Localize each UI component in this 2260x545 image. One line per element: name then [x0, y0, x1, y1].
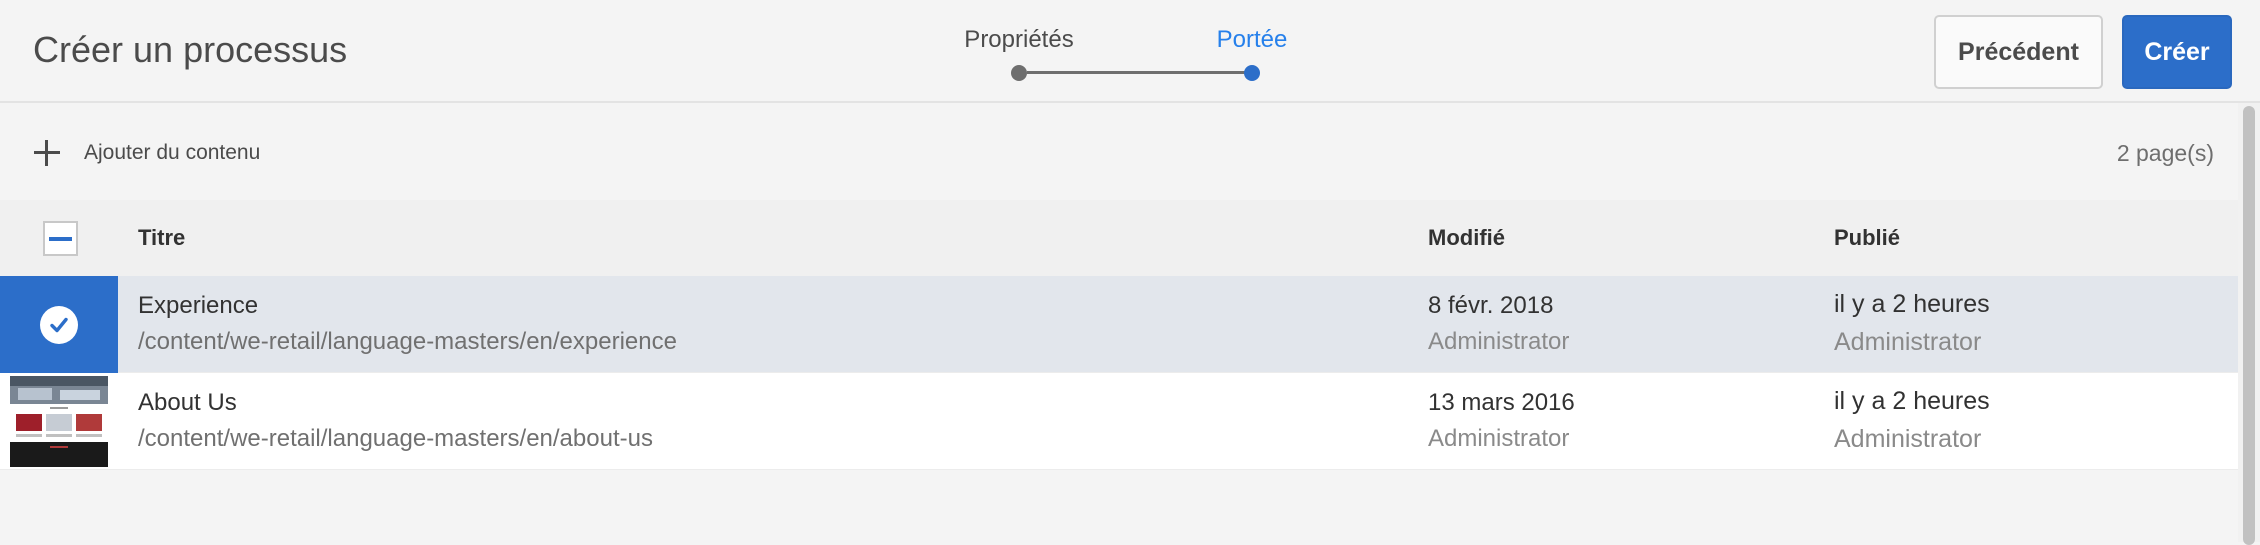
step-connector: [1027, 71, 1245, 74]
previous-button[interactable]: Précédent: [1934, 15, 2103, 89]
page-thumbnail[interactable]: [10, 376, 108, 467]
row-modified-date: 8 févr. 2018: [1428, 292, 1554, 319]
row-published-by: Administrator: [1834, 425, 1982, 453]
row-title: Experience: [138, 292, 259, 319]
checkmark-icon: [40, 305, 78, 344]
wizard-steps: Propriétés Portée: [940, 20, 1320, 90]
column-modified[interactable]: Modifié: [1428, 225, 1505, 251]
step-dot-properties[interactable]: [1011, 65, 1027, 81]
table-row[interactable]: About Us /content/we-retail/language-mas…: [0, 373, 2238, 470]
table-header: Titre Modifié Publié: [0, 200, 2238, 276]
step-dot-scope[interactable]: [1244, 65, 1260, 81]
row-modified-by: Administrator: [1428, 425, 1570, 452]
row-published-time: il y a 2 heures: [1834, 290, 1990, 318]
step-properties[interactable]: Propriétés: [964, 26, 1073, 54]
scrollbar-thumb[interactable]: [2243, 106, 2255, 545]
column-title[interactable]: Titre: [138, 225, 185, 251]
row-selected-checkbox[interactable]: [0, 276, 118, 373]
add-content-button[interactable]: Ajouter du contenu: [34, 138, 260, 168]
content-table: Titre Modifié Publié Experience /content…: [0, 200, 2238, 470]
row-modified-by: Administrator: [1428, 328, 1570, 355]
page-title: Créer un processus: [33, 29, 348, 70]
step-scope[interactable]: Portée: [1217, 26, 1288, 54]
row-published-by: Administrator: [1834, 328, 1982, 356]
create-button[interactable]: Créer: [2122, 15, 2232, 89]
select-all-checkbox[interactable]: [43, 221, 78, 256]
row-path: /content/we-retail/language-masters/en/e…: [138, 328, 677, 355]
row-path: /content/we-retail/language-masters/en/a…: [138, 425, 653, 452]
row-modified-date: 13 mars 2016: [1428, 389, 1575, 416]
vertical-scrollbar[interactable]: [2238, 103, 2260, 545]
row-title: About Us: [138, 389, 237, 416]
column-published[interactable]: Publié: [1834, 225, 1900, 251]
table-row[interactable]: Experience /content/we-retail/language-m…: [0, 276, 2238, 373]
plus-icon: [34, 140, 60, 166]
row-published-time: il y a 2 heures: [1834, 387, 1990, 415]
top-bar: Créer un processus Propriétés Portée Pré…: [0, 0, 2260, 103]
page-count: 2 page(s): [2116, 140, 2214, 166]
action-bar: Ajouter du contenu 2 page(s): [0, 105, 2238, 200]
add-content-label: Ajouter du contenu: [84, 141, 261, 164]
